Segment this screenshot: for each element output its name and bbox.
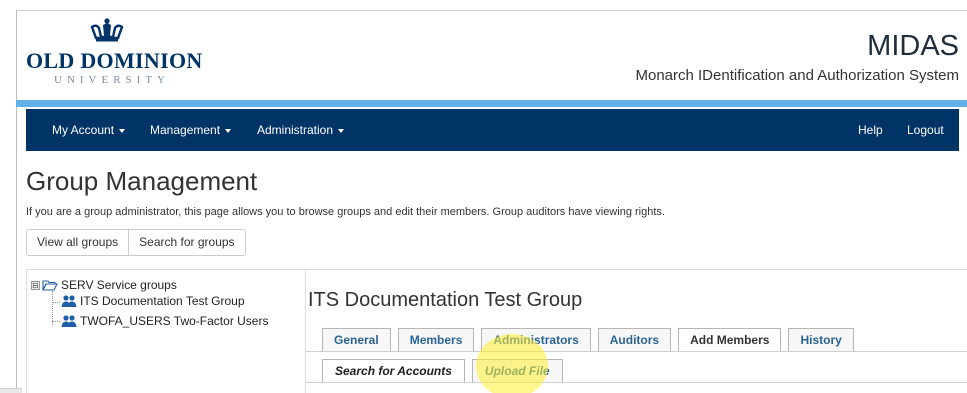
subtabs-divider bbox=[306, 382, 967, 383]
tree-node-twofa-users[interactable]: TWOFA_USERS Two-Factor Users bbox=[61, 314, 268, 328]
caret-down-icon bbox=[225, 128, 232, 133]
tab-add-members[interactable]: Add Members bbox=[678, 328, 782, 352]
group-icon bbox=[61, 315, 77, 327]
nav-administration[interactable]: Administration bbox=[257, 109, 345, 151]
tree-node-label: TWOFA_USERS Two-Factor Users bbox=[80, 314, 269, 328]
group-tabs: General Members Administrators Auditors … bbox=[322, 328, 861, 352]
nav-my-account[interactable]: My Account bbox=[52, 109, 126, 151]
tab-members[interactable]: Members bbox=[397, 328, 475, 352]
group-tree-panel: ⊟ SERV Service groups ITS Documentation … bbox=[26, 269, 306, 393]
nav-logout-label: Logout bbox=[907, 123, 944, 137]
search-for-groups-button[interactable]: Search for groups bbox=[129, 229, 246, 256]
tree-node-its-documentation[interactable]: ITS Documentation Test Group bbox=[61, 294, 245, 308]
tab-history[interactable]: History bbox=[788, 328, 854, 352]
group-icon bbox=[61, 295, 77, 307]
caret-down-icon bbox=[119, 128, 126, 133]
university-logo[interactable]: OLD DOMINION UNIVERSITY bbox=[26, 18, 202, 93]
app-subtitle: Monarch IDentification and Authorization… bbox=[635, 67, 959, 84]
folder-open-icon bbox=[42, 280, 58, 291]
page-title: Group Management bbox=[26, 166, 258, 196]
subtab-upload-file[interactable]: Upload File bbox=[471, 359, 563, 383]
group-title: ITS Documentation Test Group bbox=[308, 289, 583, 311]
accent-bar bbox=[16, 100, 967, 107]
page-border bbox=[16, 10, 17, 393]
nav-management-label: Management bbox=[150, 123, 221, 137]
tab-auditors[interactable]: Auditors bbox=[597, 328, 672, 352]
tab-administrators[interactable]: Administrators bbox=[481, 328, 591, 352]
nav-help[interactable]: Help bbox=[858, 109, 883, 151]
page-border-top bbox=[16, 10, 967, 11]
nav-my-account-label: My Account bbox=[52, 123, 115, 137]
tree-connector bbox=[52, 291, 53, 325]
nav-administration-label: Administration bbox=[257, 123, 334, 137]
tab-general[interactable]: General bbox=[322, 328, 391, 352]
tabs-divider bbox=[306, 351, 967, 352]
nav-help-label: Help bbox=[858, 123, 883, 137]
tree-connector bbox=[52, 321, 60, 322]
caret-down-icon bbox=[338, 128, 345, 133]
page-description: If you are a group administrator, this p… bbox=[26, 206, 665, 218]
tree-connector bbox=[52, 302, 60, 303]
tree-root-node[interactable]: ⊟ SERV Service groups bbox=[31, 278, 177, 292]
crown-icon bbox=[90, 18, 124, 42]
add-members-subtabs: Search for Accounts Upload File bbox=[322, 359, 570, 383]
nav-management[interactable]: Management bbox=[150, 109, 232, 151]
app-title: MIDAS bbox=[867, 30, 959, 62]
main-navbar: My Account Management Administration Hel… bbox=[26, 109, 959, 151]
horizontal-scrollbar[interactable] bbox=[0, 388, 22, 393]
collapse-icon[interactable]: ⊟ bbox=[31, 280, 40, 290]
nav-logout[interactable]: Logout bbox=[907, 109, 944, 151]
view-all-groups-button[interactable]: View all groups bbox=[26, 229, 130, 256]
logo-subtitle: UNIVERSITY bbox=[54, 74, 170, 86]
logo-name: OLD DOMINION bbox=[26, 48, 203, 73]
tree-root-label: SERV Service groups bbox=[61, 278, 177, 292]
subtab-search-for-accounts[interactable]: Search for Accounts bbox=[322, 359, 465, 383]
tree-node-label: ITS Documentation Test Group bbox=[80, 294, 245, 308]
view-button-group: View all groups Search for groups bbox=[26, 229, 246, 256]
